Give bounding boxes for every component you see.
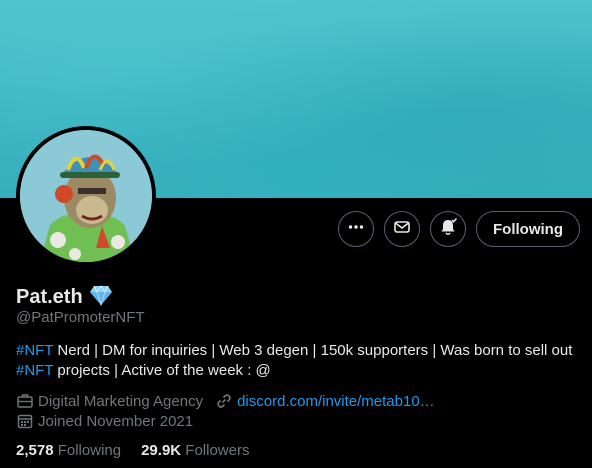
joined-date: Joined November 2021: [38, 412, 194, 430]
link-icon: [215, 392, 233, 410]
following-count: 2,578: [16, 442, 54, 459]
hashtag-link[interactable]: #NFT: [16, 362, 53, 379]
bio-line: #NFT Nerd | DM for inquiries | Web 3 deg…: [16, 341, 582, 361]
message-icon: [393, 218, 411, 241]
diamond-icon: [89, 284, 113, 311]
bio-line: #NFT projects | Active of the week : @: [16, 361, 582, 381]
following-button[interactable]: Following: [476, 211, 580, 247]
notification-button[interactable]: [430, 211, 467, 247]
following-label: Following: [57, 442, 122, 459]
more-button[interactable]: [338, 211, 375, 247]
more-icon: [347, 218, 365, 241]
following-stat[interactable]: 2,578 Following: [16, 442, 121, 459]
followers-count: 29.9K: [141, 442, 182, 459]
profile-actions: Following: [338, 211, 580, 247]
profile-stats: 2,578 Following 29.9K Followers: [16, 442, 249, 459]
avatar-image: [20, 130, 152, 262]
notification-bell-icon: [438, 217, 458, 242]
display-name-row: Pat.eth: [16, 284, 113, 311]
bio-text: projects | Active of the week : @: [53, 362, 271, 379]
hashtag-link[interactable]: #NFT: [16, 342, 53, 359]
profile-category: Digital Marketing Agency: [38, 392, 204, 410]
profile-meta-row: Digital Marketing Agency discord.com/inv…: [16, 392, 435, 410]
calendar-icon: [16, 412, 34, 430]
user-handle: @PatPromoterNFT: [16, 309, 145, 326]
message-button[interactable]: [384, 211, 421, 247]
briefcase-icon: [16, 392, 34, 410]
profile-website-link[interactable]: discord.com/invite/metab10…: [237, 393, 435, 410]
bio-text: Nerd | DM for inquiries | Web 3 degen | …: [53, 342, 573, 359]
followers-stat[interactable]: 29.9K Followers: [141, 442, 249, 459]
profile-bio: #NFT Nerd | DM for inquiries | Web 3 deg…: [16, 341, 582, 381]
profile-meta-row: Joined November 2021: [16, 412, 193, 430]
followers-label: Followers: [185, 442, 250, 459]
avatar[interactable]: [16, 126, 156, 266]
display-name: Pat.eth: [16, 286, 83, 308]
